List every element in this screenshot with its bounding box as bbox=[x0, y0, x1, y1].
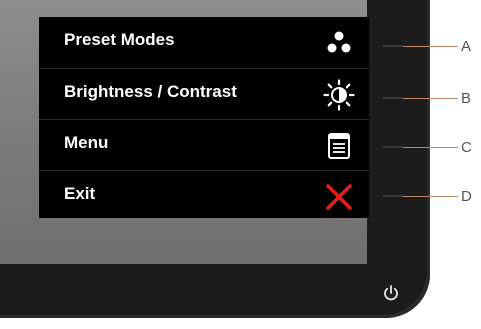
osd-item-menu[interactable]: Menu bbox=[39, 119, 369, 170]
callout-line-d bbox=[403, 196, 458, 197]
callout-line-c bbox=[403, 147, 458, 148]
osd-item-label: Preset Modes bbox=[64, 30, 175, 49]
preset-modes-icon bbox=[327, 31, 351, 53]
hardware-button-d[interactable] bbox=[383, 195, 403, 197]
hardware-button-c[interactable] bbox=[383, 146, 403, 148]
callout-line-b bbox=[403, 98, 458, 99]
osd-menu: Preset Modes Brightness / Contrast Menu … bbox=[39, 17, 369, 218]
monitor-illustration: Preset Modes Brightness / Contrast Menu … bbox=[0, 0, 481, 329]
callout-label-c: C bbox=[461, 139, 472, 156]
osd-item-label: Exit bbox=[64, 184, 96, 203]
menu-icon bbox=[328, 133, 350, 159]
osd-item-exit[interactable]: Exit bbox=[39, 170, 369, 218]
callout-label-b: B bbox=[461, 90, 472, 107]
brightness-contrast-icon bbox=[323, 79, 355, 111]
osd-item-label: Menu bbox=[64, 133, 109, 152]
exit-icon bbox=[326, 184, 352, 210]
callout-label-d: D bbox=[461, 188, 472, 205]
osd-item-label: Brightness / Contrast bbox=[64, 82, 237, 101]
callout-label-a: A bbox=[461, 38, 472, 55]
power-icon[interactable] bbox=[382, 284, 400, 302]
osd-item-brightness-contrast[interactable]: Brightness / Contrast bbox=[39, 68, 369, 119]
hardware-button-a[interactable] bbox=[383, 45, 403, 47]
callout-line-a bbox=[403, 46, 458, 47]
osd-item-preset-modes[interactable]: Preset Modes bbox=[39, 17, 369, 68]
hardware-button-b[interactable] bbox=[383, 97, 403, 99]
